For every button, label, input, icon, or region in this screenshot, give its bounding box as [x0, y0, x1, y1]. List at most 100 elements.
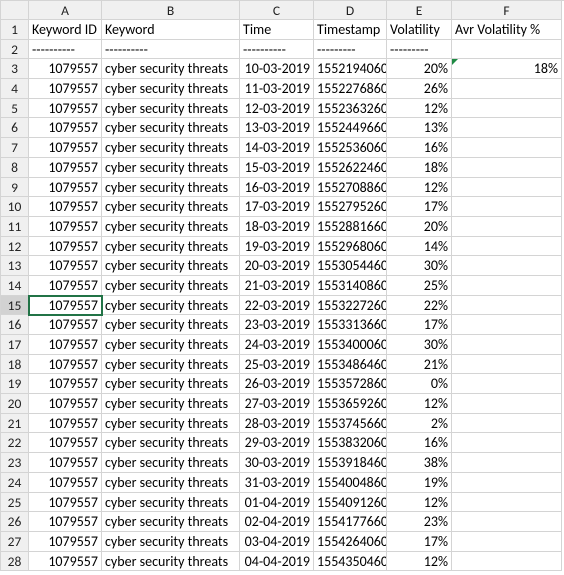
cell-F4[interactable] — [452, 79, 562, 99]
row-header-9[interactable]: 9 — [1, 178, 29, 198]
cell-A7[interactable]: 1079557 — [29, 138, 102, 158]
col-header-E[interactable]: E — [387, 1, 452, 20]
cell-D16[interactable]: 1553313660 — [314, 315, 387, 335]
cell-B5[interactable]: cyber security threats — [102, 99, 240, 119]
cell-E3[interactable]: 20% — [387, 59, 452, 79]
cell-A13[interactable]: 1079557 — [29, 256, 102, 276]
cell-A15[interactable]: 1079557 — [29, 296, 102, 316]
cell-F7[interactable] — [452, 138, 562, 158]
row-header-22[interactable]: 22 — [1, 433, 29, 453]
cell-D10[interactable]: 1552795260 — [314, 197, 387, 217]
row-header-4[interactable]: 4 — [1, 79, 29, 99]
row-header-6[interactable]: 6 — [1, 118, 29, 138]
cell-A14[interactable]: 1079557 — [29, 276, 102, 296]
cell-F12[interactable] — [452, 237, 562, 257]
cell-B28[interactable]: cyber security threats — [102, 552, 240, 572]
row-header-10[interactable]: 10 — [1, 197, 29, 217]
cell-B3[interactable]: cyber security threats — [102, 59, 240, 79]
cell-B22[interactable]: cyber security threats — [102, 433, 240, 453]
cell-B10[interactable]: cyber security threats — [102, 197, 240, 217]
cell-C24[interactable]: 31-03-2019 — [240, 473, 314, 493]
cell-D8[interactable]: 1552622460 — [314, 158, 387, 178]
cell-B24[interactable]: cyber security threats — [102, 473, 240, 493]
cell-D23[interactable]: 1553918460 — [314, 453, 387, 473]
cell-D28[interactable]: 1554350460 — [314, 552, 387, 572]
row-header-15[interactable]: 15 — [1, 296, 29, 316]
cell-B6[interactable]: cyber security threats — [102, 118, 240, 138]
cell-D4[interactable]: 1552276860 — [314, 79, 387, 99]
cell-F14[interactable] — [452, 276, 562, 296]
cell-F11[interactable] — [452, 217, 562, 237]
row-header-16[interactable]: 16 — [1, 315, 29, 335]
cell-C7[interactable]: 14-03-2019 — [240, 138, 314, 158]
cell-D7[interactable]: 1552536060 — [314, 138, 387, 158]
cell-E21[interactable]: 2% — [387, 414, 452, 434]
cell-E17[interactable]: 30% — [387, 335, 452, 355]
cell-B17[interactable]: cyber security threats — [102, 335, 240, 355]
row-header-3[interactable]: 3 — [1, 59, 29, 79]
cell-E27[interactable]: 17% — [387, 532, 452, 552]
cell-D18[interactable]: 1553486460 — [314, 355, 387, 375]
cell-C2[interactable]: ---------- — [240, 40, 314, 60]
cell-B7[interactable]: cyber security threats — [102, 138, 240, 158]
cell-E12[interactable]: 14% — [387, 237, 452, 257]
cell-E2[interactable]: --------- — [387, 40, 452, 60]
cell-A12[interactable]: 1079557 — [29, 237, 102, 257]
cell-E19[interactable]: 0% — [387, 374, 452, 394]
cell-F28[interactable] — [452, 552, 562, 572]
cell-F13[interactable] — [452, 256, 562, 276]
row-header-23[interactable]: 23 — [1, 453, 29, 473]
cell-D21[interactable]: 1553745660 — [314, 414, 387, 434]
cell-F22[interactable] — [452, 433, 562, 453]
cell-F24[interactable] — [452, 473, 562, 493]
cell-C5[interactable]: 12-03-2019 — [240, 99, 314, 119]
cell-E18[interactable]: 21% — [387, 355, 452, 375]
cell-B19[interactable]: cyber security threats — [102, 374, 240, 394]
cell-B18[interactable]: cyber security threats — [102, 355, 240, 375]
cell-E20[interactable]: 12% — [387, 394, 452, 414]
cell-F25[interactable] — [452, 493, 562, 513]
cell-E11[interactable]: 20% — [387, 217, 452, 237]
cell-C13[interactable]: 20-03-2019 — [240, 256, 314, 276]
cell-E23[interactable]: 38% — [387, 453, 452, 473]
col-header-D[interactable]: D — [314, 1, 387, 20]
cell-E6[interactable]: 13% — [387, 118, 452, 138]
cell-E28[interactable]: 12% — [387, 552, 452, 572]
cell-D11[interactable]: 1552881660 — [314, 217, 387, 237]
cell-F2[interactable] — [452, 40, 562, 60]
cell-E10[interactable]: 17% — [387, 197, 452, 217]
cell-C6[interactable]: 13-03-2019 — [240, 118, 314, 138]
row-header-13[interactable]: 13 — [1, 256, 29, 276]
cell-A8[interactable]: 1079557 — [29, 158, 102, 178]
cell-E26[interactable]: 23% — [387, 512, 452, 532]
cell-B23[interactable]: cyber security threats — [102, 453, 240, 473]
cell-A10[interactable]: 1079557 — [29, 197, 102, 217]
cell-F6[interactable] — [452, 118, 562, 138]
cell-C18[interactable]: 25-03-2019 — [240, 355, 314, 375]
row-header-11[interactable]: 11 — [1, 217, 29, 237]
cell-F21[interactable] — [452, 414, 562, 434]
col-header-A[interactable]: A — [29, 1, 102, 20]
cell-B27[interactable]: cyber security threats — [102, 532, 240, 552]
cell-D5[interactable]: 1552363260 — [314, 99, 387, 119]
cell-D1[interactable]: Timestamp — [314, 20, 387, 40]
cell-E14[interactable]: 25% — [387, 276, 452, 296]
cell-B20[interactable]: cyber security threats — [102, 394, 240, 414]
cell-C26[interactable]: 02-04-2019 — [240, 512, 314, 532]
cell-E8[interactable]: 18% — [387, 158, 452, 178]
cell-B4[interactable]: cyber security threats — [102, 79, 240, 99]
cell-B14[interactable]: cyber security threats — [102, 276, 240, 296]
cell-C27[interactable]: 03-04-2019 — [240, 532, 314, 552]
cell-C12[interactable]: 19-03-2019 — [240, 237, 314, 257]
cell-B1[interactable]: Keyword — [102, 20, 240, 40]
cell-D3[interactable]: 1552194060 — [314, 59, 387, 79]
cell-A1[interactable]: Keyword ID — [29, 20, 102, 40]
cell-C1[interactable]: Time — [240, 20, 314, 40]
cell-A19[interactable]: 1079557 — [29, 374, 102, 394]
select-all-corner[interactable] — [1, 1, 29, 20]
cell-F17[interactable] — [452, 335, 562, 355]
cell-C28[interactable]: 04-04-2019 — [240, 552, 314, 572]
cell-A24[interactable]: 1079557 — [29, 473, 102, 493]
row-header-27[interactable]: 27 — [1, 532, 29, 552]
cell-E24[interactable]: 19% — [387, 473, 452, 493]
